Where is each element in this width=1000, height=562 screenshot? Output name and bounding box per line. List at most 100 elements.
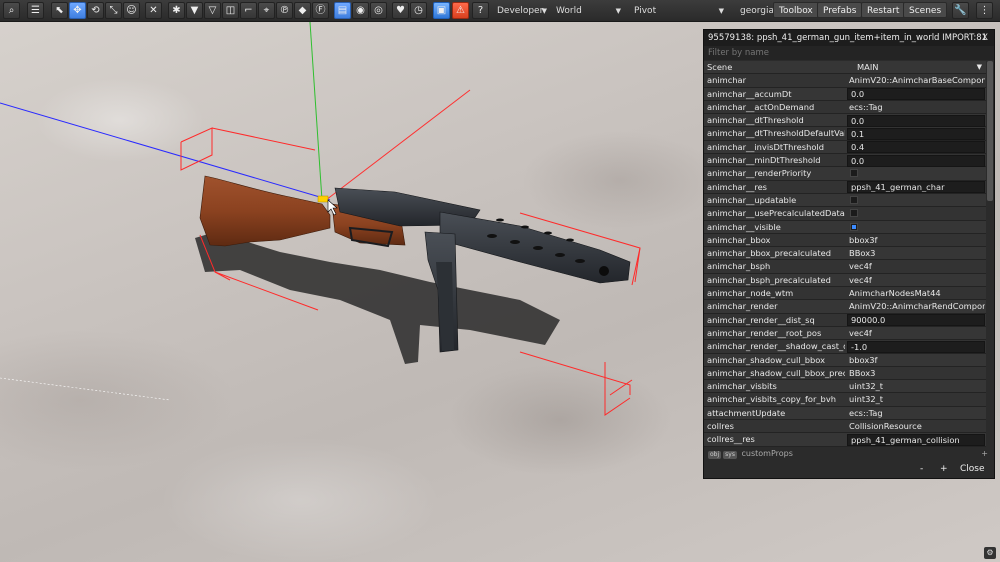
property-value: AnimcharNodesMat44 <box>849 288 941 299</box>
scene-dropdown[interactable]: MAIN ▼ <box>847 61 985 74</box>
custom-props-row[interactable]: obj sys customProps <box>704 448 994 460</box>
property-row[interactable]: animchar_bbox bbox3f <box>704 233 986 248</box>
point-f-icon[interactable]: Ⓕ <box>312 2 329 19</box>
property-row[interactable]: animchar_visbits_copy_for_bvh uint32_t <box>704 393 986 407</box>
search-icon[interactable]: ⌕ <box>3 2 20 19</box>
diamond-icon[interactable]: ◆ <box>294 2 311 19</box>
property-row[interactable]: animchar_render AnimV20::AnimcharRendComp… <box>704 300 986 314</box>
crosshair-icon[interactable]: ⌖ <box>258 2 275 19</box>
property-row[interactable]: animchar_bsph_precalculated vec4f <box>704 273 986 288</box>
property-row[interactable]: animchar_render__root_pos vec4f <box>704 326 986 341</box>
property-row[interactable]: Scene MAIN ▼ <box>704 61 986 75</box>
property-value-field[interactable]: ppsh_41_german_char <box>847 181 985 194</box>
drop-outline-icon[interactable]: ▽ <box>204 2 221 19</box>
property-row[interactable]: animchar__minDtThreshold 0.0 <box>704 154 986 168</box>
property-row[interactable]: animchar__actOnDemand ecs::Tag <box>704 100 986 115</box>
property-value-field[interactable]: 0.1 <box>847 127 985 140</box>
eye-icon[interactable]: ◉ <box>352 2 369 19</box>
property-value-field[interactable]: ppsh_41_german_collision <box>847 433 985 446</box>
property-row[interactable]: animchar AnimV20::AnimcharBaseComponent <box>704 74 986 88</box>
save-icon[interactable]: ▣ <box>433 2 450 19</box>
tab-restart[interactable]: Restart <box>861 2 906 18</box>
property-row[interactable]: animchar__updatable <box>704 193 986 208</box>
property-key: animchar__usePrecalculatedData <box>707 208 845 219</box>
property-key: animchar_shadow_cull_bbox_precalc <box>707 367 845 378</box>
property-row[interactable]: animchar__dtThreshold 0.0 <box>704 114 986 128</box>
move-tool-icon[interactable]: ✥ <box>69 2 86 19</box>
point-p-icon[interactable]: ℗ <box>276 2 293 19</box>
property-key: animchar__invisDtThreshold <box>707 141 824 152</box>
add-prop-icon[interactable]: + <box>981 449 988 458</box>
wrench-icon[interactable]: 🔧 <box>952 2 969 19</box>
plus-button[interactable]: + <box>940 463 948 476</box>
checkbox[interactable] <box>850 169 858 178</box>
scale-tool-icon[interactable]: ⤡ <box>105 2 122 19</box>
property-key: animchar__updatable <box>707 194 797 205</box>
mode-dropdown[interactable]: Developer ▼ <box>497 3 547 19</box>
smiley-icon[interactable]: ☺ <box>123 2 140 19</box>
scrollbar[interactable] <box>987 61 993 201</box>
property-row[interactable]: animchar_node_wtm AnimcharNodesMat44 <box>704 287 986 301</box>
gun-icon[interactable]: ⌐ <box>240 2 257 19</box>
property-row[interactable]: animchar_render__shadow_cast_dist -1.0 <box>704 340 986 354</box>
stopwatch-icon[interactable]: ◷ <box>410 2 427 19</box>
settings-gear-icon[interactable]: ⚙ <box>984 547 996 559</box>
chevron-down-icon: ▼ <box>976 63 982 71</box>
property-checkbox <box>847 194 985 207</box>
checkbox[interactable] <box>850 195 858 204</box>
tab-scenes[interactable]: Scenes <box>903 2 948 18</box>
snap-icon[interactable]: ✱ <box>168 2 185 19</box>
eye-settings-icon[interactable]: ◎ <box>370 2 387 19</box>
heart-icon[interactable]: ♥ <box>392 2 409 19</box>
property-row[interactable]: animchar__invisDtThreshold 0.4 <box>704 140 986 155</box>
property-row[interactable]: animchar_shadow_cull_bbox bbox3f <box>704 353 986 367</box>
property-value-field[interactable]: 90000.0 <box>847 314 985 327</box>
property-value-field[interactable]: 0.0 <box>847 114 985 127</box>
filter-input[interactable] <box>704 46 994 60</box>
property-row[interactable]: animchar__usePrecalculatedData <box>704 207 986 221</box>
property-value-field[interactable]: -1.0 <box>847 340 985 353</box>
property-row[interactable]: animchar_shadow_cull_bbox_precalc BBox3 <box>704 366 986 381</box>
close-cross-icon[interactable]: ✕ <box>145 2 162 19</box>
property-row[interactable]: animchar_bsph vec4f <box>704 260 986 274</box>
property-key: animchar__renderPriority <box>707 168 812 179</box>
select-cursor-icon[interactable]: ⬉ <box>51 2 68 19</box>
property-row[interactable]: collres__res ppsh_41_german_collision <box>704 433 986 447</box>
minus-button[interactable]: - <box>920 463 923 476</box>
property-row[interactable]: animchar_bbox_precalculated BBox3 <box>704 247 986 261</box>
tab-toolbox[interactable]: Toolbox <box>773 2 819 18</box>
property-row[interactable]: animchar__dtThresholdDefaultValue 0.1 <box>704 127 986 141</box>
pivot-dropdown[interactable]: Pivot ▼ <box>634 3 724 19</box>
drop-down-icon[interactable]: ▼ <box>186 2 203 19</box>
tab-prefabs[interactable]: Prefabs <box>817 2 863 18</box>
rotate-tool-icon[interactable]: ⟲ <box>87 2 104 19</box>
custom-props-label: customProps <box>741 449 793 458</box>
pivot-gizmo <box>317 195 329 203</box>
menu-icon[interactable]: ☰ <box>27 2 44 19</box>
checkbox[interactable] <box>850 222 858 231</box>
property-value-field[interactable]: 0.0 <box>847 88 985 101</box>
property-row[interactable]: animchar__renderPriority <box>704 167 986 181</box>
property-value-field[interactable]: 0.4 <box>847 141 985 154</box>
property-row[interactable]: collres CollisionResource <box>704 420 986 434</box>
property-value-field[interactable]: 0.0 <box>847 154 985 167</box>
help-icon[interactable]: ? <box>472 2 489 19</box>
property-key: animchar__dtThresholdDefaultValue <box>707 128 845 139</box>
space-dropdown[interactable]: World ▼ <box>556 3 621 19</box>
warning-icon[interactable]: ⚠ <box>452 2 469 19</box>
property-row[interactable]: animchar__res ppsh_41_german_char <box>704 180 986 194</box>
scene-dropdown-label: MAIN <box>857 62 879 72</box>
property-row[interactable]: animchar__visible <box>704 220 986 234</box>
more-icon[interactable]: ⋮ <box>976 2 993 19</box>
checkbox[interactable] <box>850 209 858 218</box>
property-row[interactable]: animchar_visbits uint32_t <box>704 380 986 394</box>
document-icon[interactable]: ▤ <box>334 2 351 19</box>
split-view-icon[interactable]: ◫ <box>222 2 239 19</box>
property-row[interactable]: animchar__accumDt 0.0 <box>704 87 986 101</box>
top-toolbar: ⌕ ☰ ⬉ ✥ ⟲ ⤡ ☺ ✕ ✱ ▼ ▽ ◫ ⌐ ⌖ ℗ ◆ Ⓕ ▤ ◉ ◎ … <box>0 0 1000 22</box>
close-icon[interactable]: X <box>978 31 992 45</box>
property-value: vec4f <box>849 327 872 338</box>
property-row[interactable]: animchar_render__dist_sq 90000.0 <box>704 313 986 327</box>
close-button[interactable]: Close <box>960 463 985 476</box>
property-row[interactable]: attachmentUpdate ecs::Tag <box>704 406 986 421</box>
